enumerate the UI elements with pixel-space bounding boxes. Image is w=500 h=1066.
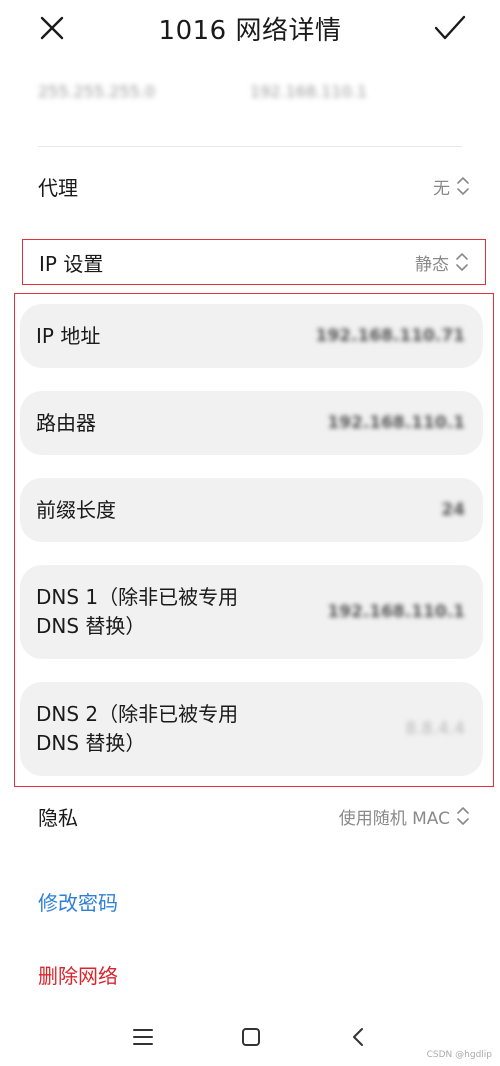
page-title: 1016 网络详情 bbox=[158, 16, 342, 46]
dns2-label-line2: DNS 替换） bbox=[36, 731, 146, 755]
dns2-label-line1: DNS 2（除非已被专用 bbox=[36, 702, 239, 726]
dns1-value: 192.168.110.1 bbox=[327, 602, 465, 622]
menu-icon bbox=[133, 1029, 153, 1045]
ip-address-value: 192.168.110.71 bbox=[315, 326, 466, 346]
delete-network-link[interactable]: 删除网络 bbox=[38, 960, 118, 989]
updown-chevron-icon bbox=[457, 177, 469, 195]
checkmark-icon bbox=[434, 15, 466, 40]
prefix-length-label: 前缀长度 bbox=[36, 497, 116, 522]
modify-password-link[interactable]: 修改密码 bbox=[38, 887, 118, 916]
ip-settings-label: IP 设置 bbox=[39, 251, 104, 276]
proxy-value: 无 bbox=[433, 178, 450, 199]
prefix-length-field[interactable]: 前缀长度 24 bbox=[20, 478, 483, 542]
recents-button[interactable] bbox=[128, 1024, 158, 1050]
privacy-label: 隐私 bbox=[38, 805, 78, 830]
privacy-row[interactable]: 隐私 使用随机 MAC bbox=[22, 792, 486, 840]
updown-chevron-icon bbox=[456, 253, 468, 271]
subnet-mask-value: 255.255.255.0 bbox=[38, 82, 156, 101]
router-field[interactable]: 路由器 192.168.110.1 bbox=[20, 391, 483, 455]
blurred-network-info: 255.255.255.0 192.168.110.1 bbox=[38, 82, 458, 108]
ip-address-field[interactable]: IP 地址 192.168.110.71 bbox=[20, 304, 483, 368]
ip-address-label: IP 地址 bbox=[36, 323, 101, 348]
watermark: CSDN @hgdlip bbox=[426, 1050, 492, 1060]
back-icon bbox=[353, 1028, 363, 1046]
ip-settings-value: 静态 bbox=[415, 254, 449, 275]
router-value: 192.168.110.1 bbox=[327, 413, 465, 433]
dns1-field[interactable]: DNS 1（除非已被专用 DNS 替换） 192.168.110.1 bbox=[20, 565, 483, 659]
gateway-value: 192.168.110.1 bbox=[250, 82, 368, 101]
proxy-row[interactable]: 代理 无 bbox=[22, 162, 486, 210]
back-button[interactable] bbox=[343, 1024, 373, 1050]
dns2-field[interactable]: DNS 2（除非已被专用 DNS 替换） 8.8.4.4 bbox=[20, 682, 483, 776]
dns1-label-line1: DNS 1（除非已被专用 bbox=[36, 585, 239, 609]
dns1-label-line2: DNS 替换） bbox=[36, 614, 146, 638]
router-label: 路由器 bbox=[36, 410, 96, 435]
privacy-value: 使用随机 MAC bbox=[338, 808, 450, 829]
system-navbar bbox=[0, 1012, 500, 1060]
confirm-button[interactable] bbox=[430, 8, 470, 48]
home-button[interactable] bbox=[236, 1024, 266, 1050]
prefix-length-value: 24 bbox=[441, 500, 465, 520]
header: 1016 网络详情 bbox=[0, 0, 500, 56]
dns2-value: 8.8.4.4 bbox=[405, 719, 465, 739]
proxy-label: 代理 bbox=[38, 175, 78, 200]
divider bbox=[38, 146, 462, 147]
dns1-label: DNS 1（除非已被专用 DNS 替换） bbox=[36, 583, 238, 641]
home-icon bbox=[242, 1028, 260, 1046]
updown-chevron-icon bbox=[457, 807, 469, 825]
ip-settings-row[interactable]: IP 设置 静态 bbox=[22, 239, 486, 285]
dns2-label: DNS 2（除非已被专用 DNS 替换） bbox=[36, 700, 238, 758]
